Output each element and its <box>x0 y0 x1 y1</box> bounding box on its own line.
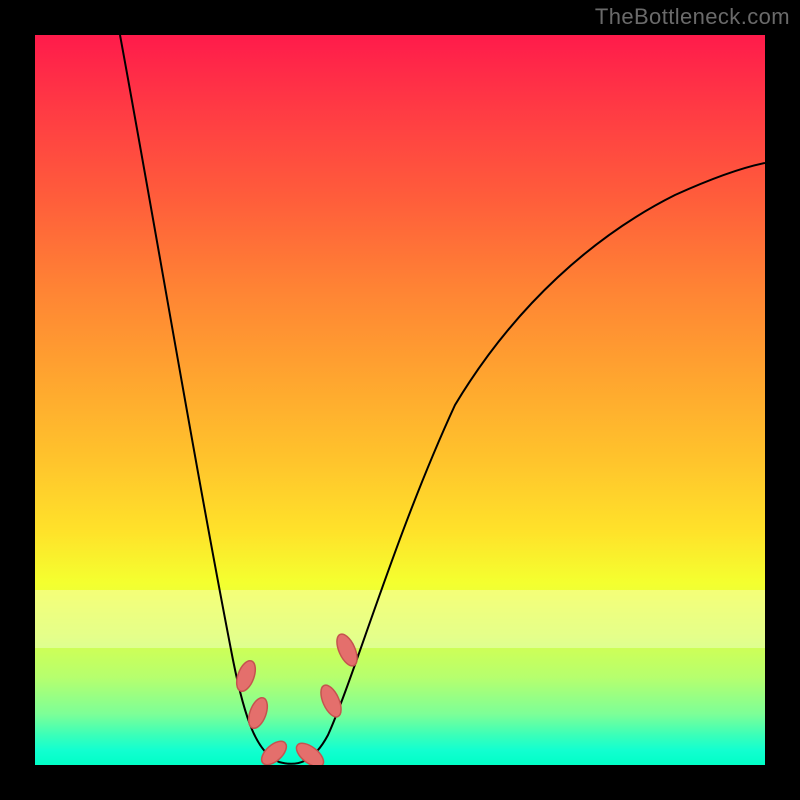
curve-marker <box>233 658 259 694</box>
chart-overlay <box>35 35 765 765</box>
page-frame: TheBottleneck.com <box>0 0 800 800</box>
bottleneck-curve <box>120 35 765 764</box>
watermark-text: TheBottleneck.com <box>595 4 790 30</box>
curve-marker <box>257 737 290 765</box>
curve-marker <box>333 631 361 669</box>
plot-area <box>35 35 765 765</box>
curve-marker <box>245 695 271 731</box>
